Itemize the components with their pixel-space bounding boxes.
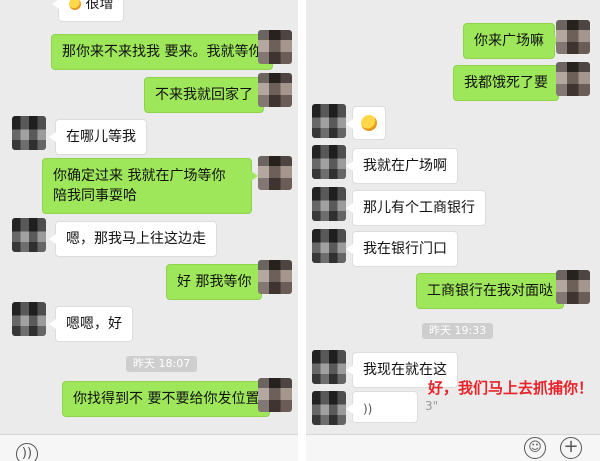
message-text: 嗯，那我马上往这边走 [66, 231, 206, 247]
contact-avatar[interactable] [312, 104, 346, 138]
contact-avatar[interactable] [312, 145, 346, 179]
emoji-message-bubble[interactable] [346, 106, 386, 140]
contact-avatar[interactable] [12, 302, 46, 336]
my-avatar[interactable] [556, 20, 590, 54]
message-bubble-received[interactable]: 我就在广场啊 [346, 148, 458, 184]
message-bubble-received[interactable]: 那儿有个工商银行 [346, 190, 486, 226]
message-bubble-received[interactable]: 在哪儿等我 [49, 119, 147, 155]
my-avatar[interactable] [556, 270, 590, 304]
plus-icon[interactable]: + [560, 437, 582, 459]
input-toolbar: )) [0, 434, 298, 461]
timestamp: 昨天 19:33 [422, 323, 494, 339]
emoji-icon[interactable]: ☺ [524, 437, 546, 459]
my-avatar[interactable] [556, 62, 590, 96]
message-text: 我都饿死了要 [464, 75, 548, 91]
message-text: 你来广场嘛 [474, 33, 544, 49]
message-text: 那你来不来找我 要来。我就等你 [62, 44, 263, 60]
smiley-emoji-icon [361, 115, 377, 131]
message-bubble-sent[interactable]: 我都饿死了要 [453, 65, 565, 101]
message-bubble-sent[interactable]: 好 那我等你 [166, 264, 269, 300]
voice-wave-icon: )) [363, 402, 373, 416]
my-avatar[interactable] [258, 378, 292, 412]
message-text: 嗯嗯，好 [66, 316, 122, 332]
message-text: 我在银行门口 [363, 241, 447, 257]
timestamp: 昨天 18:07 [126, 356, 198, 372]
contact-avatar[interactable] [312, 229, 346, 263]
my-avatar[interactable] [258, 73, 292, 107]
message-text: 你确定过来 我就在广场等你 陪我同事耍哈 [53, 168, 226, 204]
left-chat-panel: 很增 那你来不来找我 要来。我就等你 不来我就回家了 在哪儿等我 你确定过来 我… [0, 0, 298, 461]
partial-message-bubble[interactable]: 很增 [51, 0, 125, 22]
contact-avatar[interactable] [12, 218, 46, 252]
smiley-emoji-icon [69, 0, 81, 10]
message-text: 在哪儿等我 [66, 129, 136, 145]
voice-duration: 3" [425, 399, 439, 413]
contact-avatar[interactable] [312, 187, 346, 221]
message-bubble-received[interactable]: 我在银行门口 [346, 231, 458, 267]
message-text: 很增 [85, 0, 114, 12]
message-bubble-sent[interactable]: 工商银行在我对面哒 [416, 273, 570, 309]
message-text: 好 那我等你 [177, 274, 252, 290]
message-bubble-sent[interactable]: 你确定过来 我就在广场等你 陪我同事耍哈 [42, 158, 258, 214]
message-bubble-sent[interactable]: 你来广场嘛 [463, 23, 561, 59]
message-bubble-received[interactable]: 嗯，那我马上往这边走 [49, 221, 217, 257]
message-text: 那儿有个工商银行 [363, 200, 475, 216]
contact-avatar[interactable] [12, 116, 46, 150]
voice-message-bubble[interactable]: )) [346, 391, 418, 423]
input-toolbar: ☺ + [306, 434, 600, 461]
my-avatar[interactable] [258, 260, 292, 294]
message-text: 工商银行在我对面哒 [427, 283, 553, 299]
message-text: 我就在广场啊 [363, 158, 447, 174]
my-avatar[interactable] [258, 30, 292, 64]
message-bubble-sent[interactable]: 你找得到不 要不要给你发位置 [62, 381, 277, 417]
message-text: 你找得到不 要不要给你发位置 [73, 391, 260, 407]
my-avatar[interactable] [258, 156, 292, 190]
voice-icon[interactable]: )) [16, 443, 38, 461]
message-bubble-received[interactable]: 嗯嗯，好 [49, 306, 133, 342]
contact-avatar[interactable] [312, 391, 346, 425]
red-annotation-text: 好，我们马上去抓捕你！ [428, 379, 594, 397]
panel-divider [298, 0, 306, 461]
message-bubble-sent[interactable]: 不来我就回家了 [144, 77, 270, 113]
message-bubble-sent[interactable]: 那你来不来找我 要来。我就等你 [51, 34, 280, 70]
message-text: 不来我就回家了 [155, 87, 253, 103]
message-text: 我现在就在这 [363, 362, 447, 378]
contact-avatar[interactable] [312, 350, 346, 384]
